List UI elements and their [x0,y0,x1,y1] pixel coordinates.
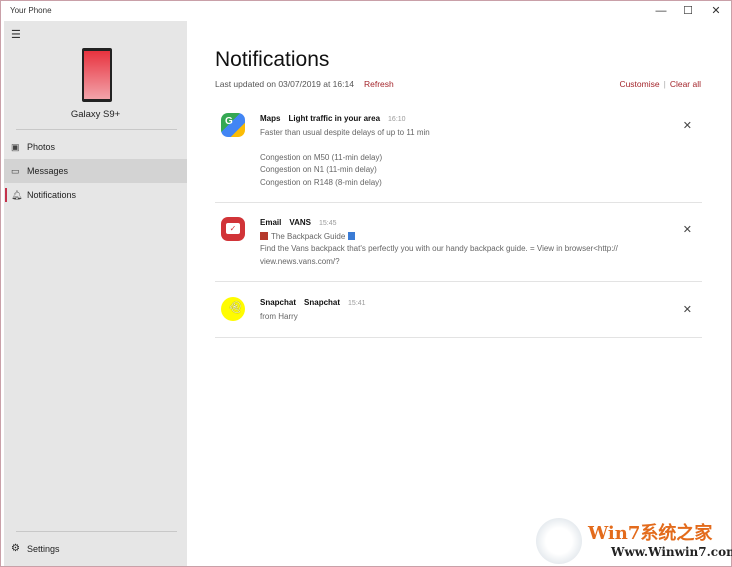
notification-line: Faster than usual despite delays of up t… [260,127,430,137]
clear-all-link[interactable]: Clear all [670,79,701,89]
sidebar-item-notifications[interactable]: 🔔︎ Notifications [4,183,187,207]
dismiss-button[interactable]: ✕ [683,119,692,132]
book-emoji-icon [348,231,356,240]
phone-image [82,48,112,102]
maximize-button[interactable]: ☐ [674,3,702,19]
gear-icon: ⚙ [11,543,20,554]
notification-line: Find the Vans backpack that's perfectly … [260,244,618,253]
photo-icon: ▣ [11,142,20,152]
notification-line: Congestion on M50 (11-min delay) [260,152,383,162]
dismiss-button[interactable]: ✕ [683,303,692,316]
bell-icon: 🔔︎ [11,190,23,200]
notification-title: Snapchat [304,298,341,307]
page-title: Notifications [215,48,330,71]
divider [16,129,177,130]
close-window-button[interactable]: ✕ [702,3,730,19]
settings-button[interactable]: ⚙ Settings [4,537,187,561]
notification-app: Email [260,218,282,227]
sidebar-item-messages[interactable]: ▭ Messages [4,159,187,183]
notification-time: 16:10 [388,116,406,123]
notification-line: from Harry [260,311,298,321]
notification-line: view.news.vans.com/? [260,256,340,266]
windows-logo [536,518,582,564]
backpack-emoji-icon [260,231,268,240]
app-title: Your Phone [10,6,52,15]
device-name: Galaxy S9+ [70,109,121,120]
notification-snapchat: 👻︎ Snapchat Snapchat 15:41 from Harry ✕ [215,297,702,338]
customise-link[interactable]: Customise [619,79,659,89]
notification-app: Maps [260,114,281,123]
last-updated-text: Last updated on 03/07/2019 at 16:14 [215,79,354,89]
notification-maps: G Maps Light traffic in your area 16:10 Fa… [215,113,702,203]
notification-time: 15:45 [318,220,337,227]
divider [16,531,177,532]
notification-app: Snapchat [260,298,297,307]
watermark-url: Www.Winwin7.com [611,545,732,559]
email-app-icon: ✓ [221,217,245,241]
separator: | [663,79,666,89]
main-panel: Notifications Last updated on 03/07/2019… [188,21,729,564]
notification-line: Congestion on N1 (11-min delay) [260,165,377,174]
notification-title: Light traffic in your area [288,114,381,123]
sidebar-item-label: Messages [27,166,69,176]
snapchat-app-icon: 👻︎ [221,297,245,321]
settings-label: Settings [27,544,60,554]
maps-app-icon: G [221,113,245,137]
notification-line: Congestion on R148 (8-min delay) [260,177,382,187]
minimize-button[interactable]: — [647,3,675,19]
dismiss-button[interactable]: ✕ [683,223,692,236]
notification-email: ✓ Email VANS 15:45 The Backpack Guide Find… [215,217,702,282]
watermark: Win7系统之家 Www.Winwin7.com [536,515,732,565]
sidebar: ☰ Galaxy S9+ ▣ Photos ▭ Messages 🔔︎ Notific… [4,21,187,566]
app-window: Your Phone — ☐ ✕ ☰ Galaxy S9+ ▣ Photos ▭ M… [0,0,732,567]
title-bar: Your Phone — ☐ ✕ [1,1,731,21]
notification-line: The Backpack Guide [271,231,346,241]
message-icon: ▭ [11,166,20,176]
watermark-title: Win7系统之家 [588,523,713,544]
notification-title: VANS [289,218,311,227]
refresh-link[interactable]: Refresh [364,79,394,89]
sidebar-item-photos[interactable]: ▣ Photos [4,135,187,159]
sidebar-item-label: Notifications [27,190,77,200]
notification-time: 15:41 [348,300,366,307]
hamburger-menu-icon[interactable]: ☰ [11,28,21,41]
last-updated: Last updated on 03/07/2019 at 16:14 Refre… [215,79,394,89]
sidebar-item-label: Photos [27,142,56,152]
